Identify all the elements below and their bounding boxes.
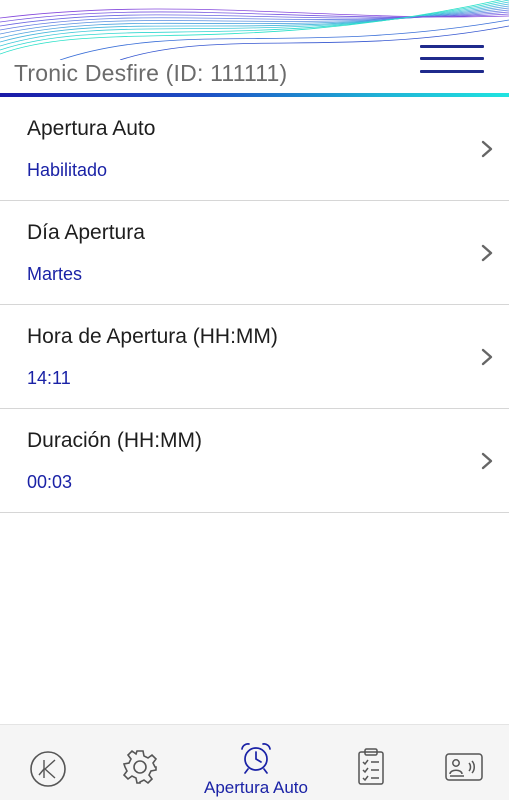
nav-item-card[interactable] — [434, 725, 494, 800]
setting-apertura-auto[interactable]: Apertura Auto Habilitado — [0, 97, 509, 201]
setting-label: Hora de Apertura (HH:MM) — [27, 325, 278, 348]
nav-item-apertura-auto[interactable]: Apertura Auto — [196, 725, 316, 800]
nav-label-apertura-auto: Apertura Auto — [204, 778, 308, 797]
setting-label: Día Apertura — [27, 221, 145, 244]
chevron-right-icon — [481, 140, 493, 158]
setting-dia-apertura[interactable]: Día Apertura Martes — [0, 201, 509, 305]
page-title: Tronic Desfire (ID: 111111) — [14, 60, 288, 86]
id-card-nfc-icon — [445, 753, 483, 781]
setting-value: 14:11 — [27, 368, 71, 388]
app-header: Tronic Desfire (ID: 111111) — [0, 0, 509, 100]
setting-value: Habilitado — [27, 160, 108, 180]
setting-value: Martes — [27, 264, 83, 284]
nav-item-records[interactable] — [342, 725, 402, 800]
setting-duracion[interactable]: Duración (HH:MM) 00:03 — [0, 409, 509, 513]
nav-item-home[interactable] — [18, 725, 78, 800]
clipboard-checklist-icon — [358, 748, 384, 785]
chevron-right-icon — [481, 348, 493, 366]
chevron-right-icon — [481, 452, 493, 470]
gear-icon — [122, 749, 158, 785]
alarm-clock-icon — [241, 743, 271, 774]
setting-label: Duración (HH:MM) — [27, 429, 203, 452]
setting-label: Apertura Auto — [27, 117, 156, 140]
setting-hora-apertura[interactable]: Hora de Apertura (HH:MM) 14:11 — [0, 305, 509, 409]
chevron-right-icon — [481, 244, 493, 262]
setting-value: 00:03 — [27, 472, 73, 492]
brand-logo-icon — [30, 751, 66, 787]
hamburger-menu-icon[interactable] — [418, 42, 486, 78]
nav-item-settings[interactable] — [110, 725, 170, 800]
settings-list: Apertura Auto Habilitado Día Apertura Ma… — [0, 97, 509, 513]
bottom-navigation: Apertura Auto — [0, 724, 509, 800]
